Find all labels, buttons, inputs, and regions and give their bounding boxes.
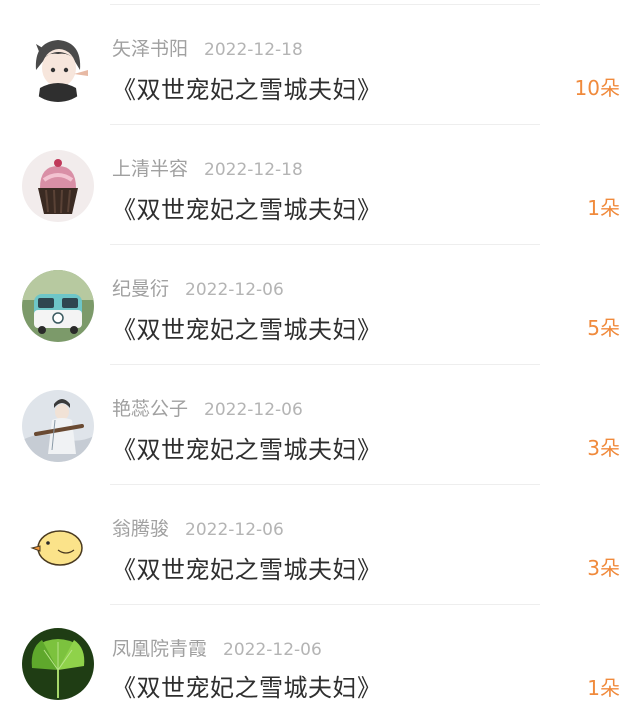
- list-item[interactable]: 纪曼衍 2022-12-06 《双世宠妃之雪城夫妇》 5朵: [0, 240, 640, 360]
- flower-count: 1朵: [587, 196, 620, 220]
- anime-girl-avatar-icon: [22, 30, 94, 102]
- gift-date: 2022-12-06: [185, 520, 284, 540]
- username-line: 纪曼衍 2022-12-06: [112, 274, 284, 301]
- ginkgo-leaf-avatar-icon: [22, 628, 94, 700]
- avatar[interactable]: [22, 270, 94, 342]
- list-item[interactable]: 矢泽书阳 2022-12-18 《双世宠妃之雪城夫妇》 10朵: [0, 0, 640, 120]
- gift-date: 2022-12-06: [204, 400, 303, 420]
- list-item[interactable]: 艳蕊公子 2022-12-06 《双世宠妃之雪城夫妇》 3朵: [0, 360, 640, 480]
- gift-date: 2022-12-06: [185, 280, 284, 300]
- avatar[interactable]: [22, 150, 94, 222]
- avatar[interactable]: [22, 390, 94, 462]
- book-title[interactable]: 《双世宠妃之雪城夫妇》: [112, 430, 382, 465]
- username-line: 翁腾骏 2022-12-06: [112, 514, 284, 541]
- username-line: 上清半容 2022-12-18: [112, 154, 303, 181]
- flower-count: 3朵: [587, 436, 620, 460]
- book-title[interactable]: 《双世宠妃之雪城夫妇》: [112, 190, 382, 225]
- gift-date: 2022-12-18: [204, 160, 303, 180]
- username[interactable]: 矢泽书阳: [112, 38, 188, 60]
- username[interactable]: 凤凰院青霞: [112, 638, 207, 660]
- username[interactable]: 纪曼衍: [112, 278, 169, 300]
- username-line: 矢泽书阳 2022-12-18: [112, 34, 303, 61]
- username-line: 凤凰院青霞 2022-12-06: [112, 634, 322, 661]
- book-title[interactable]: 《双世宠妃之雪城夫妇》: [112, 550, 382, 585]
- flower-count: 5朵: [587, 316, 620, 340]
- yellow-chick-avatar-icon: [22, 510, 94, 582]
- username[interactable]: 翁腾骏: [112, 518, 169, 540]
- book-title[interactable]: 《双世宠妃之雪城夫妇》: [112, 70, 382, 105]
- flower-count: 1朵: [587, 676, 620, 700]
- flower-gift-list: 矢泽书阳 2022-12-18 《双世宠妃之雪城夫妇》 10朵 上清半容 2022-…: [0, 0, 640, 724]
- avatar[interactable]: [22, 628, 94, 700]
- list-item[interactable]: 翁腾骏 2022-12-06 《双世宠妃之雪城夫妇》 3朵: [0, 480, 640, 600]
- vw-bus-avatar-icon: [22, 270, 94, 342]
- flower-count: 10朵: [574, 76, 620, 100]
- username[interactable]: 上清半容: [112, 158, 188, 180]
- cupcake-avatar-icon: [22, 150, 94, 222]
- gift-date: 2022-12-18: [204, 40, 303, 60]
- username-line: 艳蕊公子 2022-12-06: [112, 394, 303, 421]
- gift-date: 2022-12-06: [223, 640, 322, 660]
- list-item[interactable]: 凤凰院青霞 2022-12-06 《双世宠妃之雪城夫妇》 1朵: [0, 600, 640, 720]
- guqin-scholar-avatar-icon: [22, 390, 94, 462]
- username[interactable]: 艳蕊公子: [112, 398, 188, 420]
- flower-count: 3朵: [587, 556, 620, 580]
- avatar[interactable]: [22, 510, 94, 582]
- avatar[interactable]: [22, 30, 94, 102]
- book-title[interactable]: 《双世宠妃之雪城夫妇》: [112, 668, 382, 703]
- book-title[interactable]: 《双世宠妃之雪城夫妇》: [112, 310, 382, 345]
- list-item[interactable]: 上清半容 2022-12-18 《双世宠妃之雪城夫妇》 1朵: [0, 120, 640, 240]
